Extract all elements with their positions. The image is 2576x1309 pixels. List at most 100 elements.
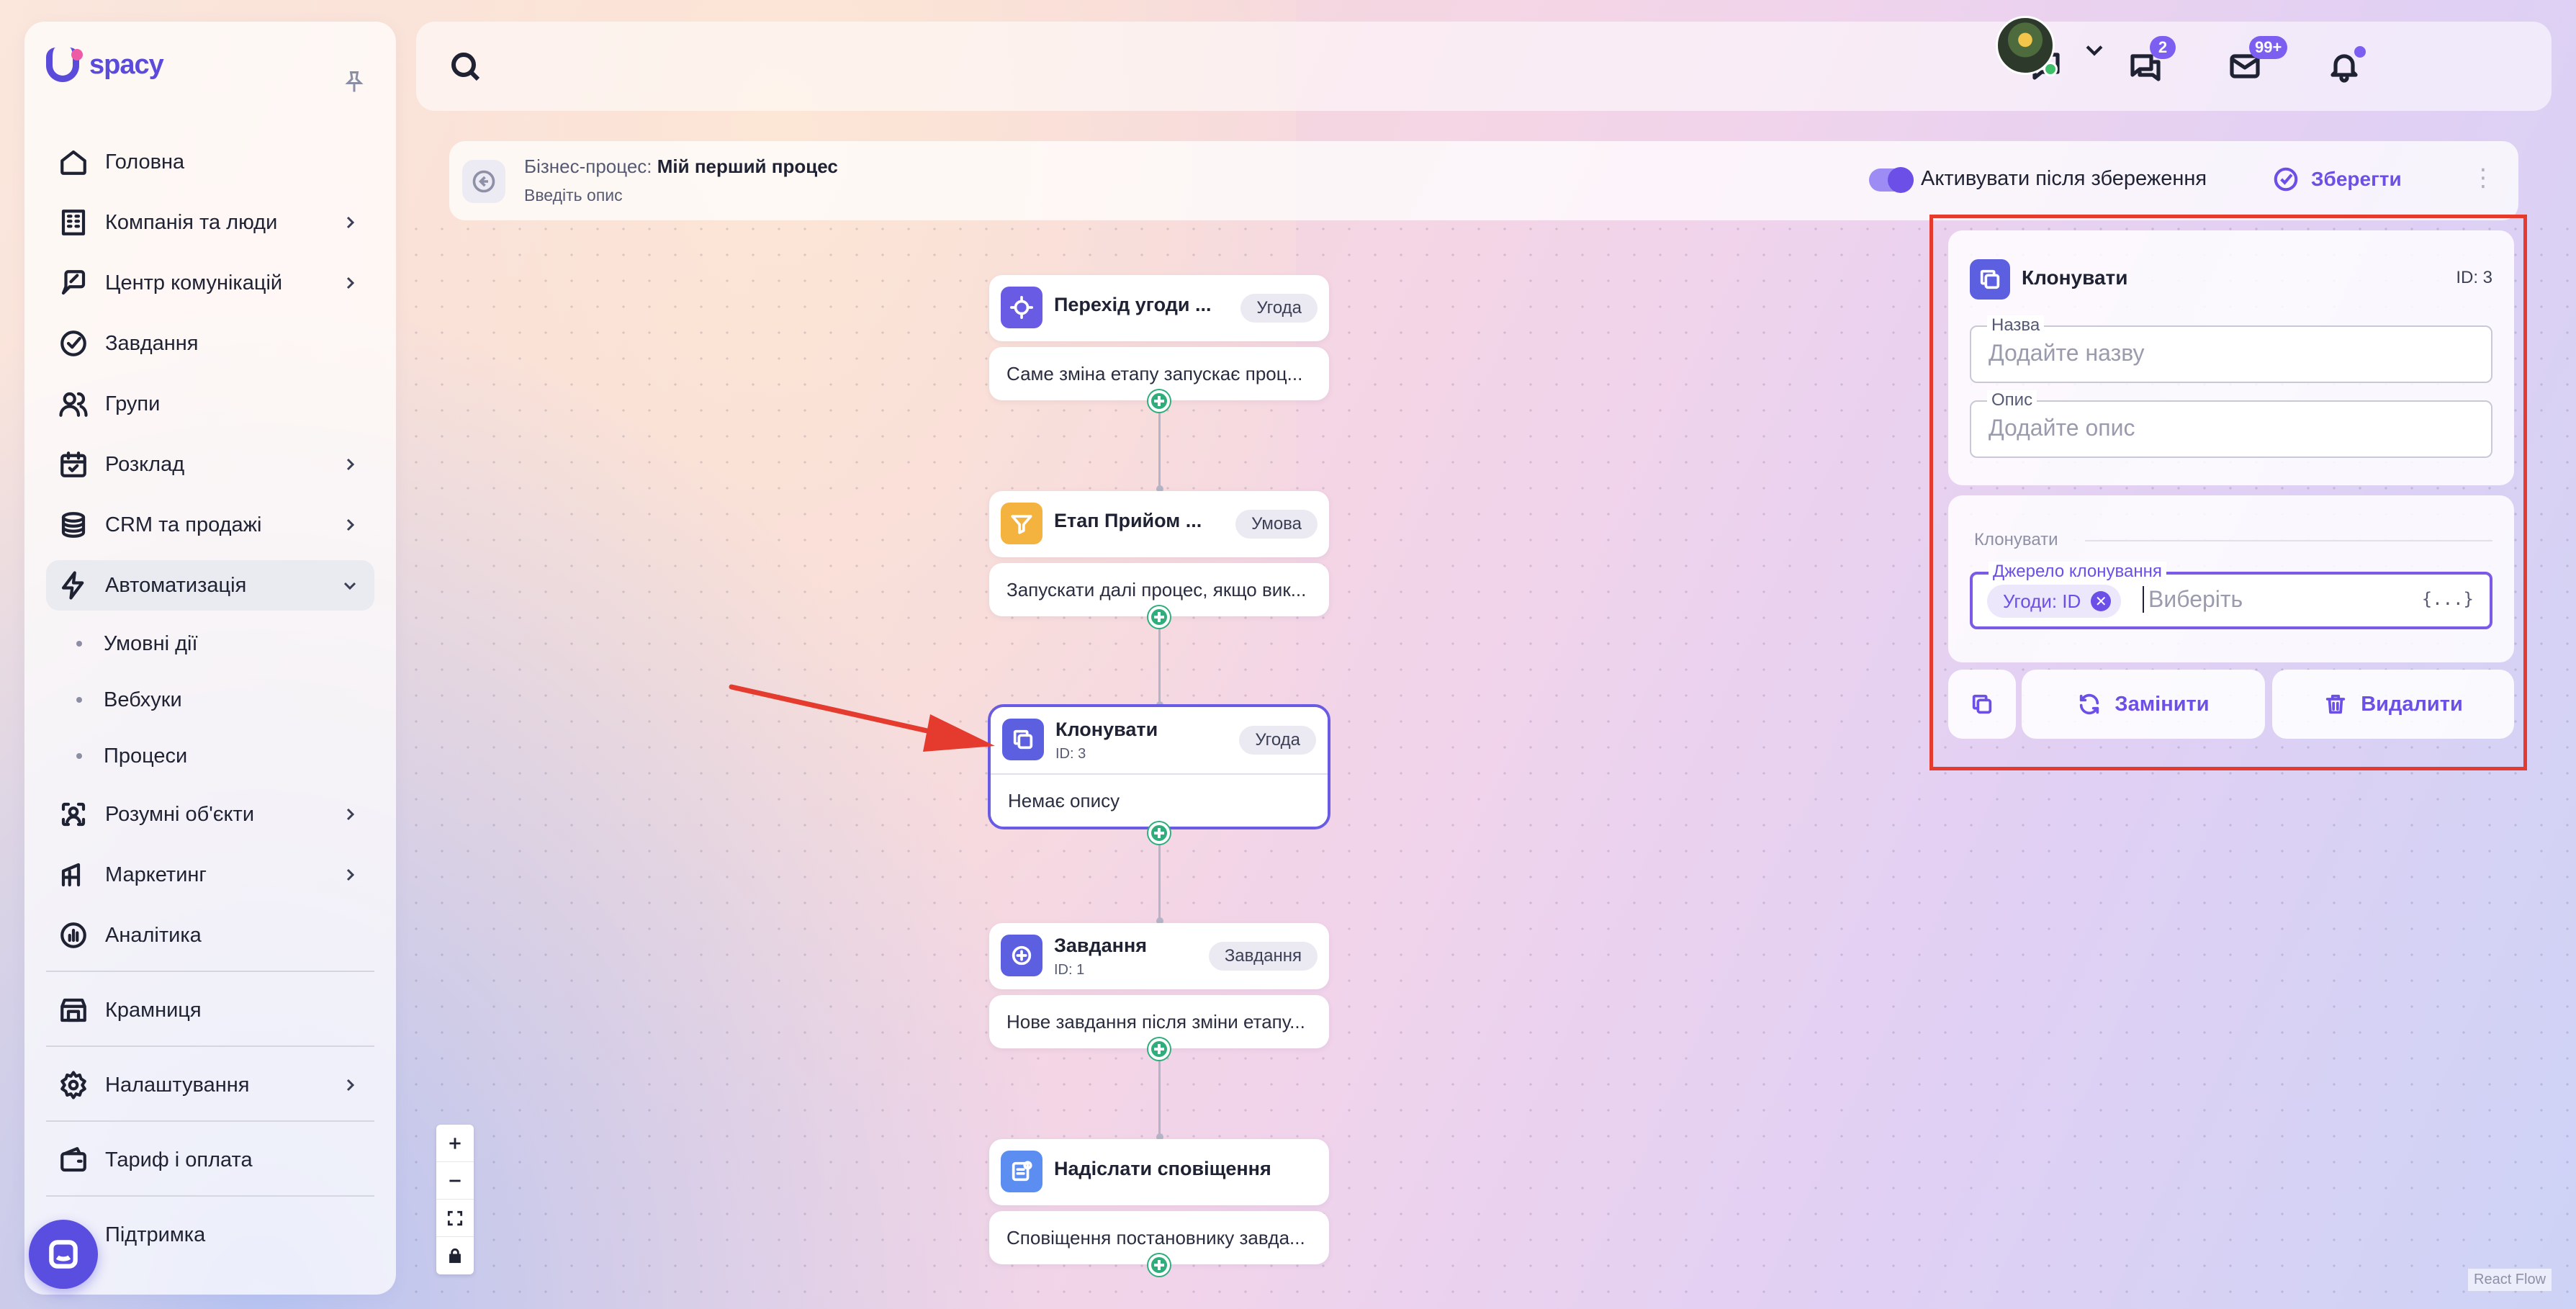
sidebar-subitem-processes[interactable]: Процеси xyxy=(46,733,374,779)
wallet-icon xyxy=(58,1144,89,1176)
add-step-port[interactable] xyxy=(1148,1038,1170,1060)
check-circle-icon xyxy=(58,328,89,359)
process-header: Бізнес-процес: Мій перший процес Введіть… xyxy=(449,141,2518,220)
divider xyxy=(46,1195,374,1197)
sidebar-item-automation[interactable]: Автоматизація xyxy=(46,560,374,611)
mail-button[interactable]: 99+ xyxy=(2225,36,2288,86)
sidebar-item-label: Розумні об'єкти xyxy=(105,802,255,826)
flow-node-clone[interactable]: Клонувати ID: 3 Угода Немає опису xyxy=(988,704,1330,829)
copy-icon xyxy=(1002,719,1044,760)
zoom-in-button[interactable] xyxy=(436,1125,474,1162)
red-arrow-annotation xyxy=(729,684,995,752)
flow-edge xyxy=(1158,619,1161,706)
logo-text: spacy xyxy=(89,49,164,80)
activate-toggle[interactable] xyxy=(1869,167,1914,193)
more-options-icon[interactable]: ⋮ xyxy=(2471,166,2495,190)
sidebar-item-communications[interactable]: Центр комунікацій xyxy=(46,258,374,308)
back-button[interactable] xyxy=(462,160,505,203)
chevron-right-icon xyxy=(341,213,359,230)
node-title: Клонувати xyxy=(1055,719,1158,740)
divider xyxy=(46,1120,374,1122)
plus-circle-icon xyxy=(1001,935,1042,976)
sidebar-subitem-webhooks[interactable]: Вебхуки xyxy=(46,677,374,723)
sidebar-item-label: CRM та продажі xyxy=(105,513,262,536)
chat-edit-icon xyxy=(58,267,89,299)
process-description[interactable]: Введіть опис xyxy=(524,186,623,205)
add-step-port[interactable] xyxy=(1148,390,1170,412)
sidebar-item-label: Розклад xyxy=(105,452,185,476)
support-chat-button[interactable] xyxy=(29,1220,98,1289)
calendar-icon xyxy=(58,449,89,480)
sidebar-item-home[interactable]: Головна xyxy=(46,137,374,187)
sidebar: spacy Головна Компанія та люди Центр ком… xyxy=(24,22,396,1295)
node-tag: Угода xyxy=(1240,294,1318,323)
node-id: ID: 3 xyxy=(1055,746,1086,762)
sidebar-item-label: Завдання xyxy=(105,331,199,355)
node-header: Етап Прийом ... Умова xyxy=(989,491,1329,557)
sidebar-subitem-label: Процеси xyxy=(104,744,188,768)
notification-dot xyxy=(2354,46,2366,58)
plus-icon xyxy=(449,1137,461,1149)
search-icon[interactable] xyxy=(448,49,482,84)
flow-node-deal-stage-trigger[interactable]: Перехід угоди ... Угода Саме зміна етапу… xyxy=(989,275,1329,400)
chevron-right-icon xyxy=(341,455,359,472)
node-description: Немає опису xyxy=(991,773,1328,827)
chats-button[interactable]: 2 xyxy=(2125,36,2176,86)
node-tag: Умова xyxy=(1235,510,1318,539)
add-step-port[interactable] xyxy=(1148,1254,1170,1276)
sidebar-item-tasks[interactable]: Завдання xyxy=(46,318,374,369)
sidebar-item-label: Аналітика xyxy=(105,923,202,947)
node-title: Надіслати сповіщення xyxy=(1054,1158,1271,1179)
notifications-button[interactable] xyxy=(2324,46,2366,86)
node-id: ID: 1 xyxy=(1054,962,1085,978)
process-title[interactable]: Бізнес-процес: Мій перший процес xyxy=(524,156,838,178)
sidebar-item-label: Головна xyxy=(105,150,185,174)
flow-controls xyxy=(436,1125,474,1274)
crosshair-icon xyxy=(1001,287,1042,328)
mail-badge: 99+ xyxy=(2249,36,2288,59)
save-button[interactable]: Зберегти xyxy=(2272,166,2402,193)
sidebar-item-analytics[interactable]: Аналітика xyxy=(46,910,374,961)
react-flow-attribution[interactable]: React Flow xyxy=(2468,1269,2552,1291)
flow-edge xyxy=(1158,1051,1161,1138)
flow-edge xyxy=(1158,835,1161,922)
home-icon xyxy=(58,146,89,178)
node-tag: Завдання xyxy=(1208,942,1318,971)
sidebar-item-billing[interactable]: Тариф і оплата xyxy=(46,1135,374,1185)
sidebar-nav: Головна Компанія та люди Центр комунікац… xyxy=(46,137,374,1270)
sidebar-item-company[interactable]: Компанія та люди xyxy=(46,197,374,248)
sidebar-item-store[interactable]: Крамниця xyxy=(46,985,374,1035)
sidebar-item-groups[interactable]: Групи xyxy=(46,379,374,429)
pin-icon[interactable] xyxy=(341,69,367,102)
zoom-out-button[interactable] xyxy=(436,1162,474,1200)
node-title: Етап Прийом ... xyxy=(1054,510,1202,531)
node-header: Клонувати ID: 3 Угода xyxy=(991,707,1328,773)
chevron-right-icon xyxy=(341,274,359,291)
lock-button[interactable] xyxy=(436,1237,474,1274)
bullet-dot xyxy=(76,753,82,759)
sidebar-item-label: Тариф і оплата xyxy=(105,1148,253,1171)
chevron-down-icon[interactable] xyxy=(2082,37,2107,62)
flow-node-task[interactable]: Завдання ID: 1 Завдання Нове завдання пі… xyxy=(989,923,1329,1048)
sidebar-item-settings[interactable]: Налаштування xyxy=(46,1060,374,1110)
node-header: Надіслати сповіщення xyxy=(989,1139,1329,1205)
sidebar-item-crm[interactable]: CRM та продажі xyxy=(46,500,374,550)
sidebar-item-smart-objects[interactable]: Розумні об'єкти xyxy=(46,789,374,840)
logo[interactable]: spacy xyxy=(46,48,164,82)
flow-node-send-notification[interactable]: Надіслати сповіщення Сповіщення постанов… xyxy=(989,1139,1329,1264)
sidebar-item-marketing[interactable]: Маркетинг xyxy=(46,850,374,900)
bullet-dot xyxy=(76,697,82,703)
flow-edge xyxy=(1158,403,1161,488)
building-icon xyxy=(58,207,89,238)
sidebar-subitem-label: Вебхуки xyxy=(104,688,182,711)
sidebar-item-schedule[interactable]: Розклад xyxy=(46,439,374,490)
fit-view-button[interactable] xyxy=(436,1200,474,1237)
lock-icon xyxy=(449,1248,461,1264)
sidebar-subitem-conditional-actions[interactable]: Умовні дії xyxy=(46,621,374,667)
bullet-dot xyxy=(76,641,82,647)
flow-node-condition[interactable]: Етап Прийом ... Умова Запускати далі про… xyxy=(989,491,1329,616)
process-name: Мій перший процес xyxy=(657,156,838,177)
add-step-port[interactable] xyxy=(1148,822,1170,844)
add-step-port[interactable] xyxy=(1148,606,1170,628)
gear-icon xyxy=(58,1069,89,1101)
